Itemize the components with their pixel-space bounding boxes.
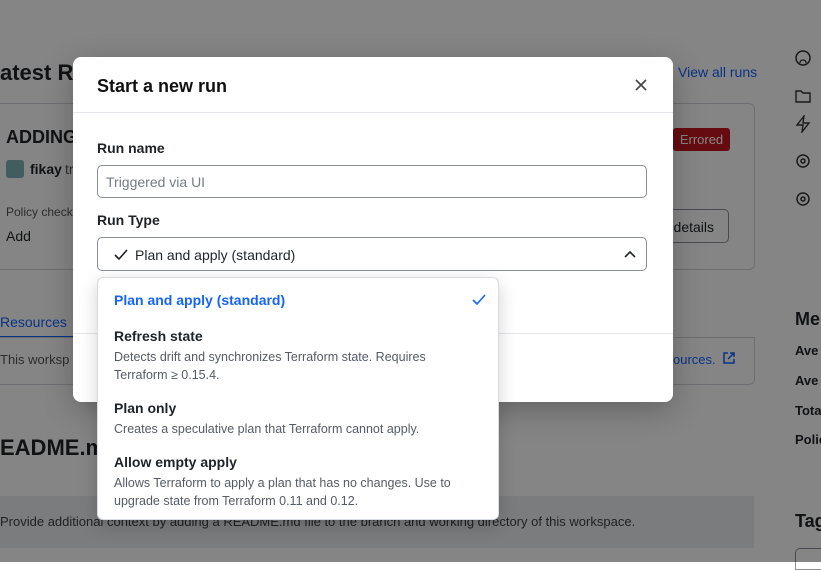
- option-description: Creates a speculative plan that Terrafor…: [114, 422, 420, 436]
- close-icon: [635, 79, 647, 91]
- option-title: Allow empty apply: [114, 454, 237, 470]
- option-title: Refresh state: [114, 328, 203, 344]
- modal-title: Start a new run: [97, 76, 228, 96]
- option-refresh-state[interactable]: Refresh state Detects drift and synchron…: [114, 328, 474, 384]
- modal-header: Start a new run: [73, 57, 673, 113]
- option-description: Detects drift and synchronizes Terraform…: [114, 350, 426, 382]
- option-plan-only[interactable]: Plan only Creates a speculative plan tha…: [114, 400, 474, 438]
- option-allow-empty-apply[interactable]: Allow empty apply Allows Terraform to ap…: [114, 454, 474, 510]
- run-type-selected: Plan and apply (standard): [135, 247, 296, 263]
- chevron-up-icon: [624, 250, 636, 258]
- option-description: Allows Terraform to apply a plan that ha…: [114, 476, 451, 508]
- run-type-dropdown: Plan and apply (standard) Refresh state …: [97, 277, 499, 520]
- option-title: Plan and apply (standard): [114, 292, 286, 308]
- run-name-input[interactable]: [97, 165, 647, 198]
- check-icon: [472, 294, 486, 306]
- check-icon: [114, 249, 128, 261]
- option-title: Plan only: [114, 400, 177, 416]
- close-button[interactable]: [631, 72, 651, 96]
- option-plan-and-apply[interactable]: Plan and apply (standard): [114, 292, 486, 308]
- run-name-label: Run name: [97, 140, 165, 156]
- run-type-select[interactable]: Plan and apply (standard): [97, 237, 647, 271]
- run-type-label: Run Type: [97, 212, 160, 228]
